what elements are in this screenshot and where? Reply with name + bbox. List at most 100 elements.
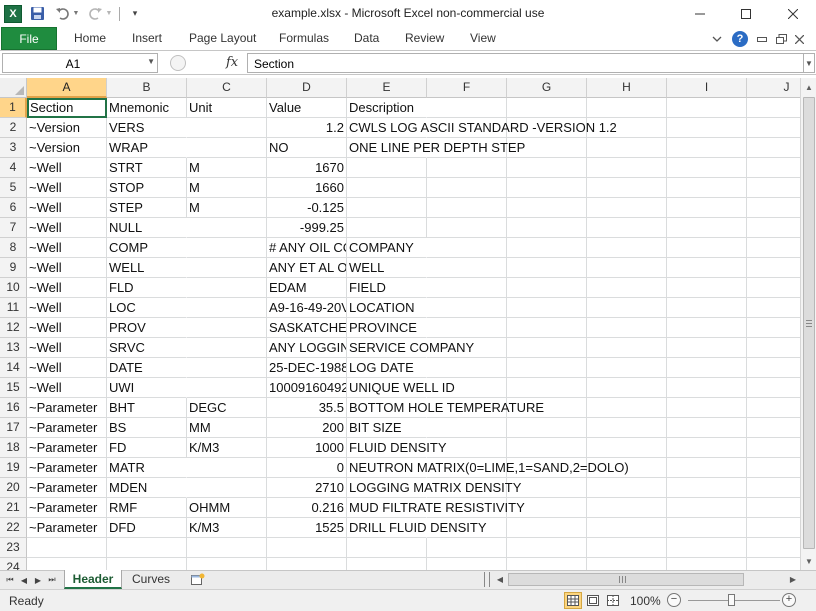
cell-d4[interactable]: 1670 [267,158,347,178]
cell-b8[interactable]: COMP [107,238,187,258]
cell-h4[interactable] [587,158,667,178]
cell-b3[interactable]: WRAP [107,138,187,158]
cell-h8[interactable] [587,238,667,258]
cell-g18[interactable] [507,438,587,458]
cell-a16[interactable]: ~Parameter [27,398,107,418]
vertical-scroll-thumb[interactable] [803,97,815,549]
first-sheet-icon[interactable]: ⏮ [4,573,16,587]
vertical-scrollbar[interactable]: ▲ ▼ [800,78,816,570]
zoom-out-button[interactable]: − [667,593,681,607]
formula-splitter-icon[interactable] [170,55,186,71]
cell-b14[interactable]: DATE [107,358,187,378]
cell-e13[interactable]: SERVICE COMPANY [347,338,474,358]
cell-f12[interactable] [427,318,507,338]
cell-f5[interactable] [427,178,507,198]
cell-h21[interactable] [587,498,667,518]
cell-i15[interactable] [667,378,747,398]
cell-d5[interactable]: 1660 [267,178,347,198]
cell-b5[interactable]: STOP [107,178,187,198]
cell-d6[interactable]: -0.125 [267,198,347,218]
cell-j13[interactable] [747,338,800,358]
row-header-22[interactable]: 22 [0,518,27,538]
cell-g10[interactable] [507,278,587,298]
cell-a15[interactable]: ~Well [27,378,107,398]
cell-b4[interactable]: STRT [107,158,187,178]
select-all-button[interactable] [0,78,27,98]
cell-a13[interactable]: ~Well [27,338,107,358]
row-header-15[interactable]: 15 [0,378,27,398]
horizontal-scroll-thumb[interactable] [508,573,744,586]
cell-h13[interactable] [587,338,667,358]
cell-d15[interactable]: 10009160492 [267,378,347,398]
cell-b16[interactable]: BHT [107,398,187,418]
scroll-down-icon[interactable]: ▼ [801,553,816,569]
cell-i22[interactable] [667,518,747,538]
column-header-i[interactable]: I [667,78,747,98]
cell-g11[interactable] [507,298,587,318]
cell-c17[interactable]: MM [187,418,267,438]
cell-e10[interactable]: FIELD [347,278,427,298]
cell-a19[interactable]: ~Parameter [27,458,107,478]
scroll-right-icon[interactable]: ▶ [786,572,800,587]
cell-i2[interactable] [667,118,747,138]
cell-h6[interactable] [587,198,667,218]
column-header-j[interactable]: J [747,78,800,98]
cell-c13[interactable] [187,338,267,358]
cell-e16[interactable]: BOTTOM HOLE TEMPERATURE [347,398,544,418]
cell-j4[interactable] [747,158,800,178]
cell-h12[interactable] [587,318,667,338]
cell-e2[interactable]: CWLS LOG ASCII STANDARD -VERSION 1.2 [347,118,617,138]
cell-c4[interactable]: M [187,158,267,178]
cell-a3[interactable]: ~Version [27,138,107,158]
cell-c11[interactable] [187,298,267,318]
name-box[interactable]: A1 ▼ [2,53,158,73]
cell-j20[interactable] [747,478,800,498]
cell-e14[interactable]: LOG DATE [347,358,427,378]
customize-qat-icon[interactable]: ▾ [125,4,145,24]
cell-j11[interactable] [747,298,800,318]
cell-i18[interactable] [667,438,747,458]
cell-h15[interactable] [587,378,667,398]
cell-h3[interactable] [587,138,667,158]
cell-b2[interactable]: VERS [107,118,187,138]
sheet-tab-header[interactable]: Header [64,570,122,589]
minimize-button[interactable] [677,0,723,27]
cell-h23[interactable] [587,538,667,558]
cell-f24[interactable] [427,558,507,570]
cell-h17[interactable] [587,418,667,438]
row-header-9[interactable]: 9 [0,258,27,278]
scroll-up-icon[interactable]: ▲ [801,79,816,95]
cell-j1[interactable] [747,98,800,118]
tab-data[interactable]: Data [354,27,379,50]
cell-j16[interactable] [747,398,800,418]
cell-g9[interactable] [507,258,587,278]
cell-h11[interactable] [587,298,667,318]
cell-i6[interactable] [667,198,747,218]
cell-h16[interactable] [587,398,667,418]
cell-h9[interactable] [587,258,667,278]
cell-a11[interactable]: ~Well [27,298,107,318]
cell-c21[interactable]: OHMM [187,498,267,518]
cell-b19[interactable]: MATR [107,458,187,478]
cell-a23[interactable] [27,538,107,558]
cell-d17[interactable]: 200 [267,418,347,438]
cell-b24[interactable] [107,558,187,570]
cell-d18[interactable]: 1000 [267,438,347,458]
column-header-g[interactable]: G [507,78,587,98]
maximize-button[interactable] [723,0,769,27]
cell-g8[interactable] [507,238,587,258]
row-header-3[interactable]: 3 [0,138,27,158]
cell-i17[interactable] [667,418,747,438]
cell-a18[interactable]: ~Parameter [27,438,107,458]
cell-d23[interactable] [267,538,347,558]
cell-e18[interactable]: FLUID DENSITY [347,438,447,458]
cell-b10[interactable]: FLD [107,278,187,298]
redo-dropdown-icon[interactable]: ▼ [105,4,113,24]
cell-a10[interactable]: ~Well [27,278,107,298]
cell-j17[interactable] [747,418,800,438]
cell-c24[interactable] [187,558,267,570]
cell-j9[interactable] [747,258,800,278]
cell-f7[interactable] [427,218,507,238]
cell-h20[interactable] [587,478,667,498]
cell-j23[interactable] [747,538,800,558]
